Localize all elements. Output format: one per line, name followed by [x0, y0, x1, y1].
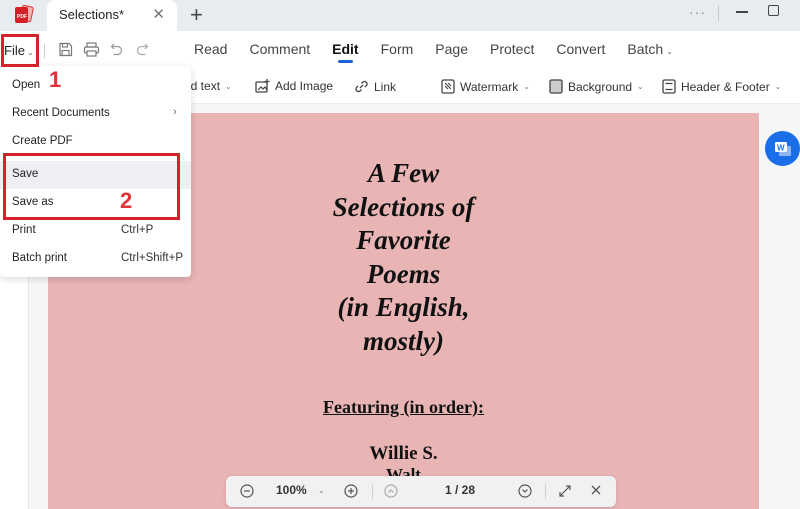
image-icon: [255, 79, 270, 93]
tab-title: Selections*: [59, 7, 125, 22]
new-tab-button[interactable]: +: [190, 2, 203, 28]
background-label: Background: [568, 79, 633, 94]
menu-item-label: Create PDF: [12, 135, 73, 147]
tab-read[interactable]: Read: [194, 41, 227, 57]
chevron-down-icon: ⌄: [637, 82, 644, 91]
watermark-button[interactable]: Watermark ⌄: [441, 79, 530, 94]
add-image-button[interactable]: Add Image: [255, 79, 333, 93]
tab-batch-label: Batch: [627, 41, 664, 57]
header-footer-label: Header & Footer: [681, 79, 770, 94]
tab-protect[interactable]: Protect: [490, 41, 534, 57]
close-toolbar-icon[interactable]: [590, 484, 602, 499]
watermark-label: Watermark: [460, 79, 519, 94]
undo-icon[interactable]: [110, 42, 126, 58]
menu-item-create-pdf[interactable]: Create PDF: [0, 128, 191, 156]
quick-access-divider: [44, 44, 45, 58]
menu-item-label: Batch print: [12, 252, 67, 264]
menu-item-shortcut: Ctrl+P: [121, 224, 154, 236]
more-options-icon[interactable]: ···: [689, 4, 706, 20]
chevron-down-icon: ⌄: [666, 47, 673, 56]
menu-item-label: Recent Documents: [12, 107, 110, 119]
link-label: Link: [374, 79, 397, 94]
background-icon: [549, 79, 563, 94]
highlight-box-file: [1, 34, 39, 67]
svg-text:W: W: [777, 143, 785, 152]
word-icon: W: [774, 141, 791, 156]
divider: [545, 484, 546, 499]
ribbon-tabs: Read Comment Edit Form Page Protect Conv…: [194, 41, 695, 63]
minimize-icon[interactable]: [736, 11, 748, 13]
zoom-dropdown-icon[interactable]: ⌄: [318, 486, 325, 495]
author-name: Willie S.: [369, 443, 438, 464]
tab-form[interactable]: Form: [381, 41, 414, 57]
previous-page-icon[interactable]: [384, 484, 398, 501]
menu-item-batch-print[interactable]: Batch print Ctrl+Shift+P: [0, 245, 191, 273]
menu-item-label: Print: [12, 224, 36, 236]
chevron-down-icon: ⌄: [523, 82, 530, 91]
background-button[interactable]: Background ⌄: [549, 79, 644, 94]
zoom-out-icon[interactable]: [240, 484, 254, 501]
page-indicator[interactable]: 1 / 28: [445, 483, 475, 497]
add-image-label: Add Image: [275, 79, 334, 93]
chevron-down-icon: ⌄: [225, 81, 232, 91]
page-navigation-bar: 100% ⌄ 1 / 28: [226, 476, 616, 507]
tab-edit[interactable]: Edit: [332, 41, 359, 63]
step-label-1: 1: [49, 67, 62, 92]
next-page-icon[interactable]: [518, 484, 532, 501]
title-bar: PDF Selections* ✕ + ···: [0, 0, 800, 31]
convert-to-word-button[interactable]: W: [765, 131, 800, 166]
watermark-icon: [441, 79, 455, 94]
app-logo-icon: PDF: [12, 4, 36, 26]
save-icon[interactable]: [58, 42, 74, 58]
menu-item-open[interactable]: Open: [0, 72, 191, 100]
document-tab[interactable]: Selections* ✕: [47, 0, 177, 31]
title-line: (in English,: [337, 292, 470, 322]
step-label-2: 2: [120, 188, 133, 213]
tab-batch[interactable]: Batch ⌄: [627, 41, 673, 57]
divider: [372, 484, 373, 499]
menu-item-print[interactable]: Print Ctrl+P: [0, 217, 191, 245]
add-text-button[interactable]: dd text ⌄: [184, 79, 232, 93]
header-footer-icon: [662, 79, 676, 94]
tab-comment[interactable]: Comment: [249, 41, 310, 57]
menu-item-recent-documents[interactable]: Recent Documents ›: [0, 100, 191, 128]
header-footer-button[interactable]: Header & Footer ⌄: [662, 79, 781, 94]
close-tab-icon[interactable]: ✕: [152, 5, 165, 23]
tab-page[interactable]: Page: [435, 41, 468, 57]
svg-text:PDF: PDF: [17, 14, 27, 20]
redo-icon[interactable]: [135, 42, 151, 58]
zoom-in-icon[interactable]: [344, 484, 358, 501]
chevron-right-icon: ›: [173, 106, 177, 118]
window-controls-divider: [718, 5, 719, 21]
menu-item-shortcut: Ctrl+Shift+P: [121, 252, 183, 264]
link-button[interactable]: Link: [354, 79, 396, 94]
fullscreen-icon[interactable]: [558, 484, 572, 501]
zoom-level[interactable]: 100%: [276, 483, 307, 497]
chevron-down-icon: ⌄: [774, 82, 782, 91]
tab-convert[interactable]: Convert: [556, 41, 605, 57]
link-icon: [355, 80, 368, 93]
featuring-heading: Featuring (in order):: [323, 397, 484, 417]
menu-bar: File ⌄ Read Comment Edit Form Page Protec…: [0, 31, 800, 69]
print-icon[interactable]: [83, 42, 100, 58]
highlight-box-save: [3, 153, 180, 220]
menu-item-label: Open: [12, 79, 41, 91]
maximize-icon[interactable]: [768, 5, 779, 16]
title-line: mostly): [363, 325, 444, 356]
